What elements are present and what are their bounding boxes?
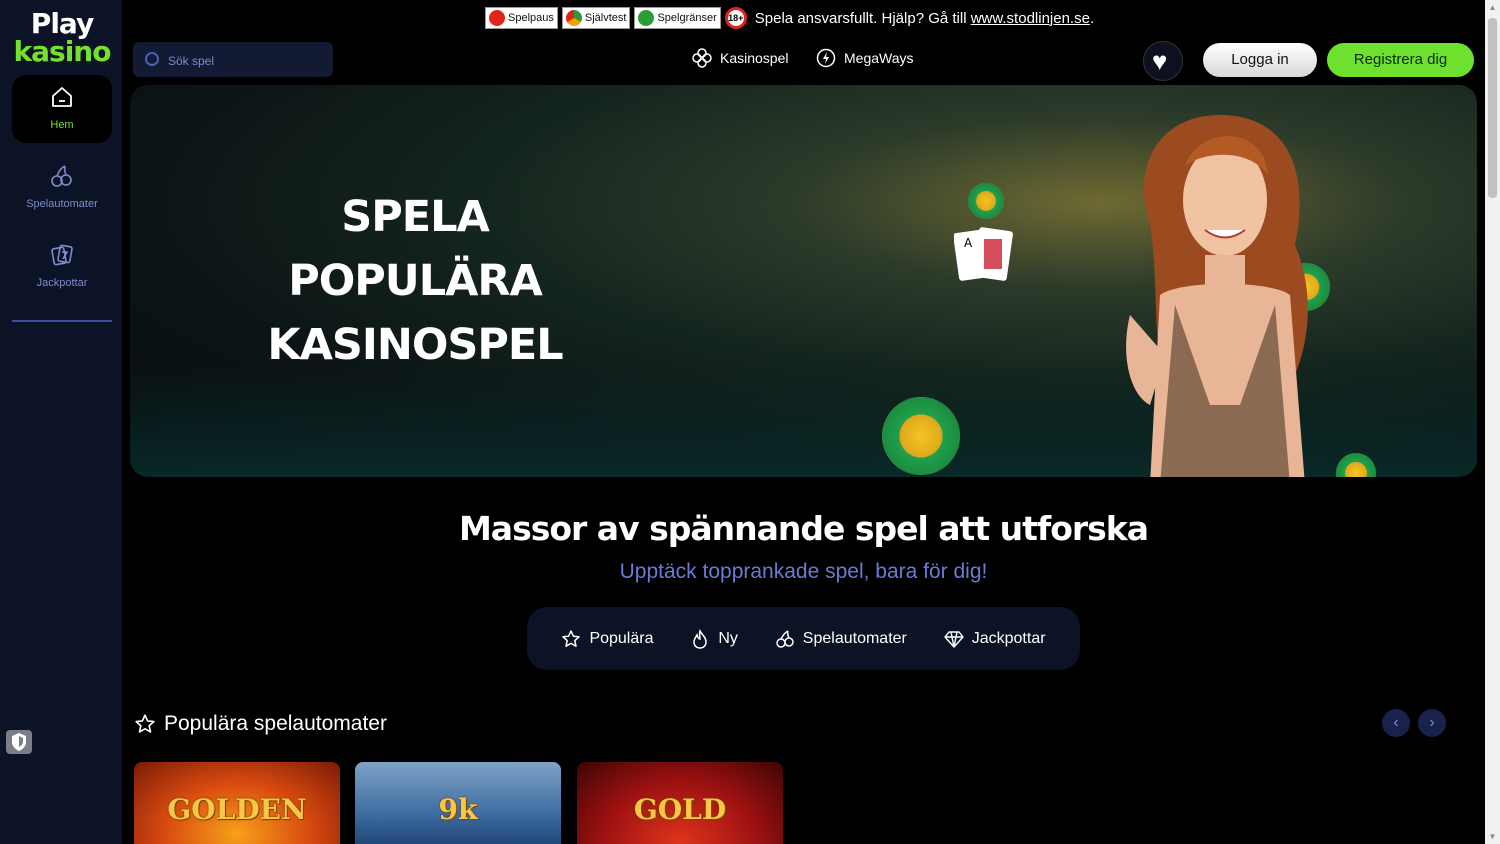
sidebar-item-spelautomater[interactable]: Spelautomater — [12, 154, 112, 222]
playing-cards-image: A — [954, 227, 1013, 281]
rg-text: Spela ansvarsfullt. Hjälp? Gå till — [754, 9, 971, 27]
tab-populara[interactable]: Populära — [561, 629, 653, 649]
star-icon — [135, 714, 155, 733]
shield-icon — [12, 733, 26, 751]
login-button[interactable]: Logga in — [1203, 43, 1317, 77]
spelgranser-label: Spelgränser — [657, 12, 717, 24]
sidebar-item-label: Spelautomater — [26, 198, 98, 210]
responsible-gaming-bar: Spelpaus Självtest Spelgränser 18+ Spela… — [485, 6, 1094, 30]
tab-spelautomater-label: Spelautomater — [802, 629, 907, 647]
section-subtitle: Upptäck topprankade spel, bara för dig! — [619, 560, 988, 583]
spelpaus-label: Spelpaus — [508, 12, 554, 24]
popular-slots-heading: Populära spelautomater — [134, 712, 387, 736]
hero-title-line1: SPELA POPULÄRA — [288, 192, 543, 306]
chevron-right-icon: › — [1429, 714, 1435, 731]
pause-icon — [489, 10, 505, 26]
tab-jackpottar-label: Jackpottar — [971, 629, 1046, 647]
favorites-button[interactable]: ♥ — [1143, 41, 1183, 81]
tab-ny[interactable]: Ny — [690, 628, 738, 649]
game-tile-title: 9k — [438, 793, 478, 826]
game-tile-golden-winner[interactable]: GOLDEN — [134, 762, 340, 844]
page-scrollbar[interactable]: ▲ ▼ — [1485, 0, 1500, 844]
privacy-shield-icon[interactable] — [6, 730, 32, 754]
game-tile-gold[interactable]: GOLD — [577, 762, 783, 844]
star-icon — [562, 629, 581, 647]
sjalvtest-button[interactable]: Självtest — [561, 7, 631, 29]
tab-spelautomater[interactable]: Spelautomater — [775, 629, 907, 649]
topnav-megaways[interactable]: MegaWays — [816, 48, 914, 68]
search-placeholder: Sök spel — [168, 54, 215, 68]
slot-cards-icon — [51, 244, 73, 266]
topnav-kasinospel[interactable]: Kasinospel — [692, 48, 789, 68]
topnav-megaways-label: MegaWays — [844, 50, 914, 66]
topnav-kasinospel-label: Kasinospel — [720, 50, 789, 66]
rg-message: Spela ansvarsfullt. Hjälp? Gå till www.s… — [755, 10, 1094, 27]
logo-line2: kasino — [13, 35, 112, 68]
spelpaus-button[interactable]: Spelpaus — [485, 7, 558, 29]
sidebar-divider — [12, 320, 112, 322]
sidebar-item-jackpottar[interactable]: Jackpottar — [12, 233, 112, 301]
spelgranser-button[interactable]: Spelgränser — [634, 7, 721, 29]
casino-chip — [968, 183, 1004, 219]
game-tile-9k[interactable]: 9k — [355, 762, 561, 844]
hero-banner[interactable]: SPELA POPULÄRA KASINOSPEL A — [130, 85, 1477, 477]
playkasino-logo[interactable]: Play kasino — [12, 10, 112, 68]
scroll-up-icon[interactable]: ▲ — [1488, 3, 1497, 12]
carousel-next-button[interactable]: › — [1418, 709, 1446, 737]
popular-slots-title: Populära spelautomater — [164, 712, 387, 735]
search-input[interactable]: Sök spel — [133, 42, 333, 77]
cherries-icon — [51, 165, 72, 187]
sidebar-item-hem[interactable]: Hem — [12, 75, 112, 143]
section-title: Massor av spännande spel att utforska — [458, 509, 1149, 548]
stodlinjen-link[interactable]: www.stodlinjen.se — [971, 10, 1090, 27]
heart-icon: ♥ — [1152, 46, 1168, 76]
chevron-left-icon: ‹ — [1393, 714, 1399, 731]
age-18-badge: 18+ — [724, 7, 747, 29]
game-tile-title: GOLD — [633, 793, 727, 826]
bolt-circle-icon — [816, 48, 836, 68]
rg-text-end: . — [1089, 9, 1095, 27]
scrollbar-thumb[interactable] — [1488, 18, 1497, 198]
scroll-down-icon[interactable]: ▼ — [1488, 832, 1497, 841]
search-icon — [145, 52, 159, 66]
tab-jackpottar[interactable]: Jackpottar — [944, 629, 1046, 649]
hero-title: SPELA POPULÄRA KASINOSPEL — [215, 185, 615, 377]
limit-icon — [638, 10, 655, 26]
sidebar-item-label: Hem — [50, 119, 74, 131]
hostess-image — [1126, 115, 1308, 477]
cherries-icon — [776, 629, 794, 648]
carousel-prev-button[interactable]: ‹ — [1382, 709, 1410, 737]
casino-chip — [882, 397, 960, 475]
gauge-icon — [565, 10, 582, 26]
svg-text:A: A — [964, 236, 973, 250]
sidebar: Play kasino Hem Spelautomater Jackpottar — [0, 0, 122, 844]
sidebar-item-label: Jackpottar — [36, 277, 88, 289]
tab-populara-label: Populära — [589, 629, 654, 647]
diamond-icon — [944, 630, 964, 648]
logo-line1: Play — [30, 7, 94, 40]
category-tabs: Populära Ny Spelautomater Jackpottar — [527, 607, 1080, 670]
flame-icon — [693, 628, 708, 649]
hero-title-line2: KASINOSPEL — [267, 320, 563, 370]
game-tile-title: GOLDEN — [167, 793, 307, 826]
tab-ny-label: Ny — [718, 629, 738, 647]
clover-icon — [692, 48, 712, 68]
register-button[interactable]: Registrera dig — [1327, 43, 1474, 77]
home-icon — [52, 87, 72, 107]
sjalvtest-label: Självtest — [584, 12, 627, 24]
